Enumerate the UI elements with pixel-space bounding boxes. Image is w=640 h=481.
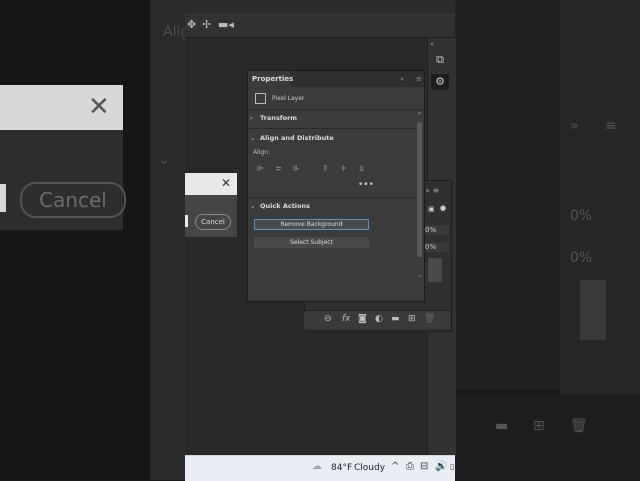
bg-dialog-cancel-button[interactable]: Cancel — [195, 214, 231, 230]
bg-panel — [150, 0, 185, 480]
align-hcenter-icon[interactable]: ≑ — [274, 164, 283, 173]
mask-icon[interactable]: ◙ — [358, 312, 367, 326]
weather-desc[interactable]: Cloudy — [354, 462, 385, 474]
trash-icon[interactable]: 🗑 — [424, 312, 435, 326]
bg-cancel-button: Cancel — [20, 182, 126, 218]
scroll-up-icon[interactable]: ^ — [417, 112, 422, 119]
history-icon[interactable]: ⧉ — [431, 52, 449, 68]
remove-background-button[interactable]: Remove Background — [254, 219, 369, 230]
link-icon[interactable]: ⊖ — [324, 312, 332, 326]
align-left-icon[interactable]: ⊫ — [256, 164, 265, 173]
divider — [248, 128, 424, 129]
align-right-icon[interactable]: ⊪ — [292, 164, 301, 173]
properties-panel — [247, 70, 425, 302]
divider — [248, 109, 424, 110]
align-top-icon[interactable]: ⫪ — [321, 164, 330, 173]
background-left: Alig ⌄ ✕ Cancel — [0, 0, 185, 480]
battery-icon[interactable]: ▯ — [450, 461, 454, 473]
chevron-down-icon: ⌄ — [250, 202, 256, 210]
properties-panel-icon[interactable]: ⚙ — [431, 74, 449, 90]
bg-add-icon: ⊞ — [533, 418, 545, 434]
lock-icon[interactable]: ▣ — [428, 205, 435, 213]
opacity-value[interactable]: 0% — [425, 225, 449, 235]
bg-right-panel — [455, 0, 560, 390]
dot-icon: ● — [440, 204, 447, 212]
tray-chevron-icon[interactable]: ^ — [391, 461, 399, 473]
folder-icon[interactable]: ▬ — [391, 312, 400, 326]
select-subject-button[interactable]: Select Subject — [254, 237, 369, 248]
fill-value[interactable]: 0% — [425, 242, 449, 252]
device-icon[interactable]: ⎙ — [406, 461, 414, 473]
move-tool-icon[interactable]: ✥ — [187, 18, 196, 32]
scrollbar-thumb[interactable] — [417, 122, 422, 257]
bg-close-icon: ✕ — [88, 92, 110, 122]
layers-panel-header-icons[interactable]: » ≡ — [425, 186, 450, 198]
more-options-icon[interactable]: ••• — [358, 180, 374, 190]
layer-thumb — [428, 258, 442, 282]
scroll-down-icon[interactable]: ⌄ — [417, 272, 422, 279]
section-quick-actions[interactable]: ⌄ Quick Actions — [250, 201, 310, 211]
cloud-icon[interactable]: ☁ — [312, 461, 322, 473]
bg-ok-button-edge — [0, 184, 6, 212]
bg-pct-2: 0% — [570, 250, 593, 266]
fx-icon[interactable]: fx — [342, 312, 351, 326]
weather-temp[interactable]: 84°F — [331, 462, 352, 474]
pixel-layer-icon — [255, 93, 266, 104]
bg-trash-icon: 🗑 — [570, 418, 588, 434]
bg-menu-icon: ≡ — [605, 118, 617, 134]
layer-type-label: Pixel Layer — [272, 95, 305, 102]
section-align[interactable]: ⌄ Align and Distribute — [250, 133, 334, 143]
network-icon[interactable]: ⊟ — [420, 461, 428, 473]
bg-expand-icon: » — [570, 118, 579, 134]
chevron-right-icon: › — [250, 114, 253, 122]
align-label: Align: — [253, 149, 271, 156]
bg-swatch — [580, 280, 606, 340]
section-transform[interactable]: › Transform — [250, 113, 297, 123]
bg-chevron-icon: ⌄ — [158, 152, 170, 168]
panel-collapse-icon[interactable]: » — [400, 73, 404, 85]
adjustment-icon[interactable]: ◐ — [375, 312, 383, 326]
bg-dialog-ok-edge — [185, 215, 188, 227]
divider — [248, 197, 424, 198]
strip-expand-icon[interactable]: « — [430, 40, 434, 48]
properties-tab[interactable]: Properties — [248, 71, 293, 87]
align-bottom-icon[interactable]: ⫫ — [357, 164, 366, 173]
bg-right-bottom — [455, 395, 640, 480]
background-right: » ≡ 0% 0% ▬ ⊞ 🗑 — [455, 0, 640, 480]
chevron-down-icon: ⌄ — [250, 134, 256, 142]
bg-folder-icon: ▬ — [495, 418, 509, 434]
volume-icon[interactable]: 🔊 — [435, 461, 447, 473]
top-strip — [185, 0, 455, 15]
panel-menu-icon[interactable]: ≡ — [416, 73, 422, 85]
align-vcenter-icon[interactable]: ⫩ — [339, 164, 348, 173]
new-layer-icon[interactable]: ⊞ — [408, 312, 416, 326]
auto-select-icon[interactable]: ✢ — [202, 18, 211, 32]
video-icon[interactable]: ▬◂ — [218, 18, 234, 32]
bg-faint-text: Alig — [163, 24, 185, 40]
bg-dialog-close-icon[interactable]: ✕ — [221, 175, 231, 191]
bg-pct-1: 0% — [570, 208, 593, 224]
